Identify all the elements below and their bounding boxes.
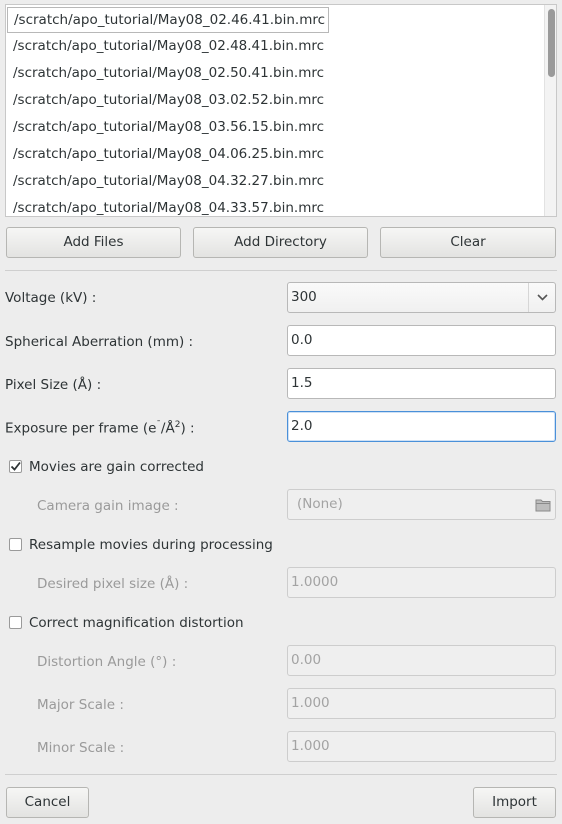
desired-pixel-size-input[interactable]: 1.0000 bbox=[287, 567, 556, 598]
scrollbar-thumb[interactable] bbox=[548, 9, 555, 77]
resample-checkbox[interactable] bbox=[9, 538, 22, 551]
exposure-input[interactable]: 2.0 bbox=[287, 411, 556, 442]
desired-pixel-size-label: Desired pixel size (Å) : bbox=[37, 576, 189, 592]
distortion-angle-label: Distortion Angle (°) : bbox=[37, 654, 177, 670]
add-files-button[interactable]: Add Files bbox=[6, 227, 181, 258]
voltage-dropdown-button[interactable] bbox=[528, 283, 555, 312]
file-list-item[interactable]: /scratch/apo_tutorial/May08_02.46.41.bin… bbox=[7, 7, 329, 33]
chevron-down-icon bbox=[537, 294, 548, 301]
checkmark-icon bbox=[10, 461, 21, 471]
camera-gain-label: Camera gain image : bbox=[37, 498, 179, 514]
file-list-item[interactable]: /scratch/apo_tutorial/May08_03.56.15.bin… bbox=[6, 114, 324, 141]
voltage-value: 300 bbox=[291, 289, 317, 305]
spherical-aberration-label: Spherical Aberration (mm) : bbox=[5, 334, 194, 350]
file-list-item[interactable]: /scratch/apo_tutorial/May08_04.33.57.bin… bbox=[6, 195, 324, 216]
major-scale-label: Major Scale : bbox=[37, 697, 124, 713]
camera-gain-file-chooser[interactable]: (None) bbox=[287, 489, 556, 520]
major-scale-input[interactable]: 1.000 bbox=[287, 688, 556, 719]
spherical-aberration-input[interactable]: 0.0 bbox=[287, 325, 556, 356]
camera-gain-value: (None) bbox=[297, 496, 343, 512]
correct-mag-label[interactable]: Correct magnification distortion bbox=[29, 615, 244, 631]
file-list-scrollbar[interactable] bbox=[544, 5, 556, 216]
correct-mag-checkbox[interactable] bbox=[9, 616, 22, 629]
cancel-button[interactable]: Cancel bbox=[6, 787, 89, 818]
minor-scale-input[interactable]: 1.000 bbox=[287, 731, 556, 762]
add-directory-button[interactable]: Add Directory bbox=[193, 227, 368, 258]
file-list[interactable]: /scratch/apo_tutorial/May08_02.46.41.bin… bbox=[5, 4, 557, 217]
separator bbox=[5, 774, 557, 775]
minor-scale-label: Minor Scale : bbox=[37, 740, 125, 756]
folder-icon bbox=[535, 499, 551, 512]
file-list-item[interactable]: /scratch/apo_tutorial/May08_02.48.41.bin… bbox=[6, 33, 324, 60]
pixel-size-label: Pixel Size (Å) : bbox=[5, 377, 102, 393]
gain-corrected-label[interactable]: Movies are gain corrected bbox=[29, 459, 204, 475]
separator bbox=[5, 270, 557, 271]
pixel-size-input[interactable]: 1.5 bbox=[287, 368, 556, 399]
file-list-item[interactable]: /scratch/apo_tutorial/May08_04.32.27.bin… bbox=[6, 168, 324, 195]
gain-corrected-checkbox[interactable] bbox=[9, 460, 22, 473]
resample-label[interactable]: Resample movies during processing bbox=[29, 537, 273, 553]
file-list-item[interactable]: /scratch/apo_tutorial/May08_04.06.25.bin… bbox=[6, 141, 324, 168]
exposure-label: Exposure per frame (e¯/Å2) : bbox=[5, 420, 195, 437]
import-button[interactable]: Import bbox=[473, 787, 556, 818]
file-list-item[interactable]: /scratch/apo_tutorial/May08_03.02.52.bin… bbox=[6, 87, 324, 114]
clear-button[interactable]: Clear bbox=[380, 227, 556, 258]
voltage-label: Voltage (kV) : bbox=[5, 290, 97, 306]
file-list-item[interactable]: /scratch/apo_tutorial/May08_02.50.41.bin… bbox=[6, 60, 324, 87]
distortion-angle-input[interactable]: 0.00 bbox=[287, 645, 556, 676]
voltage-select[interactable]: 300 bbox=[287, 282, 556, 313]
